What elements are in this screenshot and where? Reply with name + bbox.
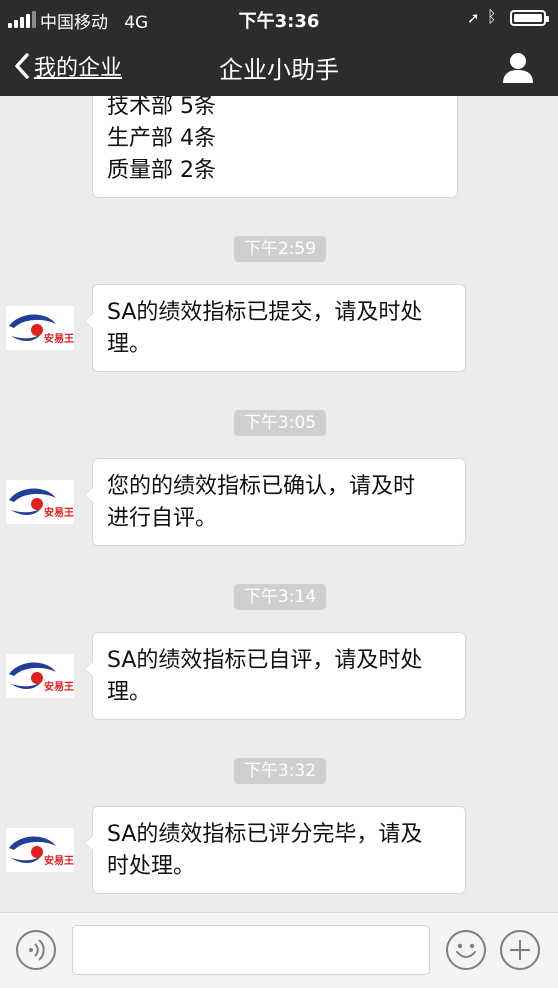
battery-icon (510, 10, 549, 26)
company-logo-icon: 安易王 (9, 314, 74, 345)
message-bubble[interactable]: SA的绩效指标已自评，请及时处 理。 (84, 632, 466, 720)
svg-text:安易王: 安易王 (44, 332, 74, 345)
message-line: 技术部 5条 (107, 96, 216, 119)
message-line: 理。 (107, 332, 152, 357)
message-input[interactable] (72, 925, 430, 975)
company-logo-icon: 安易王 (9, 488, 74, 519)
message-line: SA的绩效指标已评分完毕，请及 (107, 822, 423, 847)
message-bubble[interactable]: SA的绩效指标已评分完毕，请及 时处理。 (84, 806, 466, 894)
company-logo-icon: 安易王 (9, 836, 74, 867)
message-bubble-partial[interactable]: 技术部 5条 生产部 4条 质量部 2条 (92, 96, 458, 198)
svg-text:安易王: 安易王 (44, 854, 74, 867)
avatar[interactable]: 安易王 (6, 306, 74, 350)
message-line: 质量部 2条 (107, 158, 216, 183)
more-button[interactable] (500, 930, 540, 970)
message-line: 您的的绩效指标已确认，请及时 (107, 474, 416, 499)
chat-area[interactable]: 技术部 5条 生产部 4条 质量部 2条 下午2:59 安易王 SA的绩效指标已… (0, 96, 558, 912)
nav-bar: 我的企业 企业小助手 (0, 36, 558, 96)
input-bar (0, 912, 558, 988)
message-line: SA的绩效指标已提交，请及时处 (107, 300, 423, 325)
voice-button[interactable] (16, 930, 56, 970)
message-timestamp: 下午3:05 (234, 410, 326, 436)
message-timestamp: 下午3:14 (234, 584, 326, 610)
company-logo-icon: 安易王 (9, 662, 74, 693)
message-line: 理。 (107, 680, 152, 705)
profile-button[interactable] (500, 50, 536, 84)
smiley-icon (456, 943, 476, 958)
svg-text:安易王: 安易王 (44, 680, 74, 693)
message-line: 时处理。 (107, 854, 196, 879)
page-title: 企业小助手 (219, 56, 339, 84)
location-icon: ➚ (467, 9, 480, 27)
message-line: SA的绩效指标已自评，请及时处 (107, 648, 423, 673)
avatar[interactable]: 安易王 (6, 480, 74, 524)
plus-icon (510, 940, 530, 960)
avatar[interactable]: 安易王 (6, 654, 74, 698)
person-icon (503, 53, 533, 83)
status-bar: 中国移动 4G 下午3:36 ➚ ᛒ (0, 0, 558, 36)
voice-icon (29, 939, 45, 961)
message-line: 生产部 4条 (107, 126, 216, 151)
avatar[interactable]: 安易王 (6, 828, 74, 872)
message-bubble[interactable]: 您的的绩效指标已确认，请及时 进行自评。 (84, 458, 466, 546)
message-timestamp: 下午3:32 (234, 758, 326, 784)
emoji-button[interactable] (446, 930, 486, 970)
message-bubble[interactable]: SA的绩效指标已提交，请及时处 理。 (84, 284, 466, 372)
message-line: 进行自评。 (107, 506, 218, 531)
message-timestamp: 下午2:59 (234, 236, 326, 262)
svg-text:安易王: 安易王 (44, 506, 74, 519)
bluetooth-icon: ᛒ (487, 7, 497, 26)
